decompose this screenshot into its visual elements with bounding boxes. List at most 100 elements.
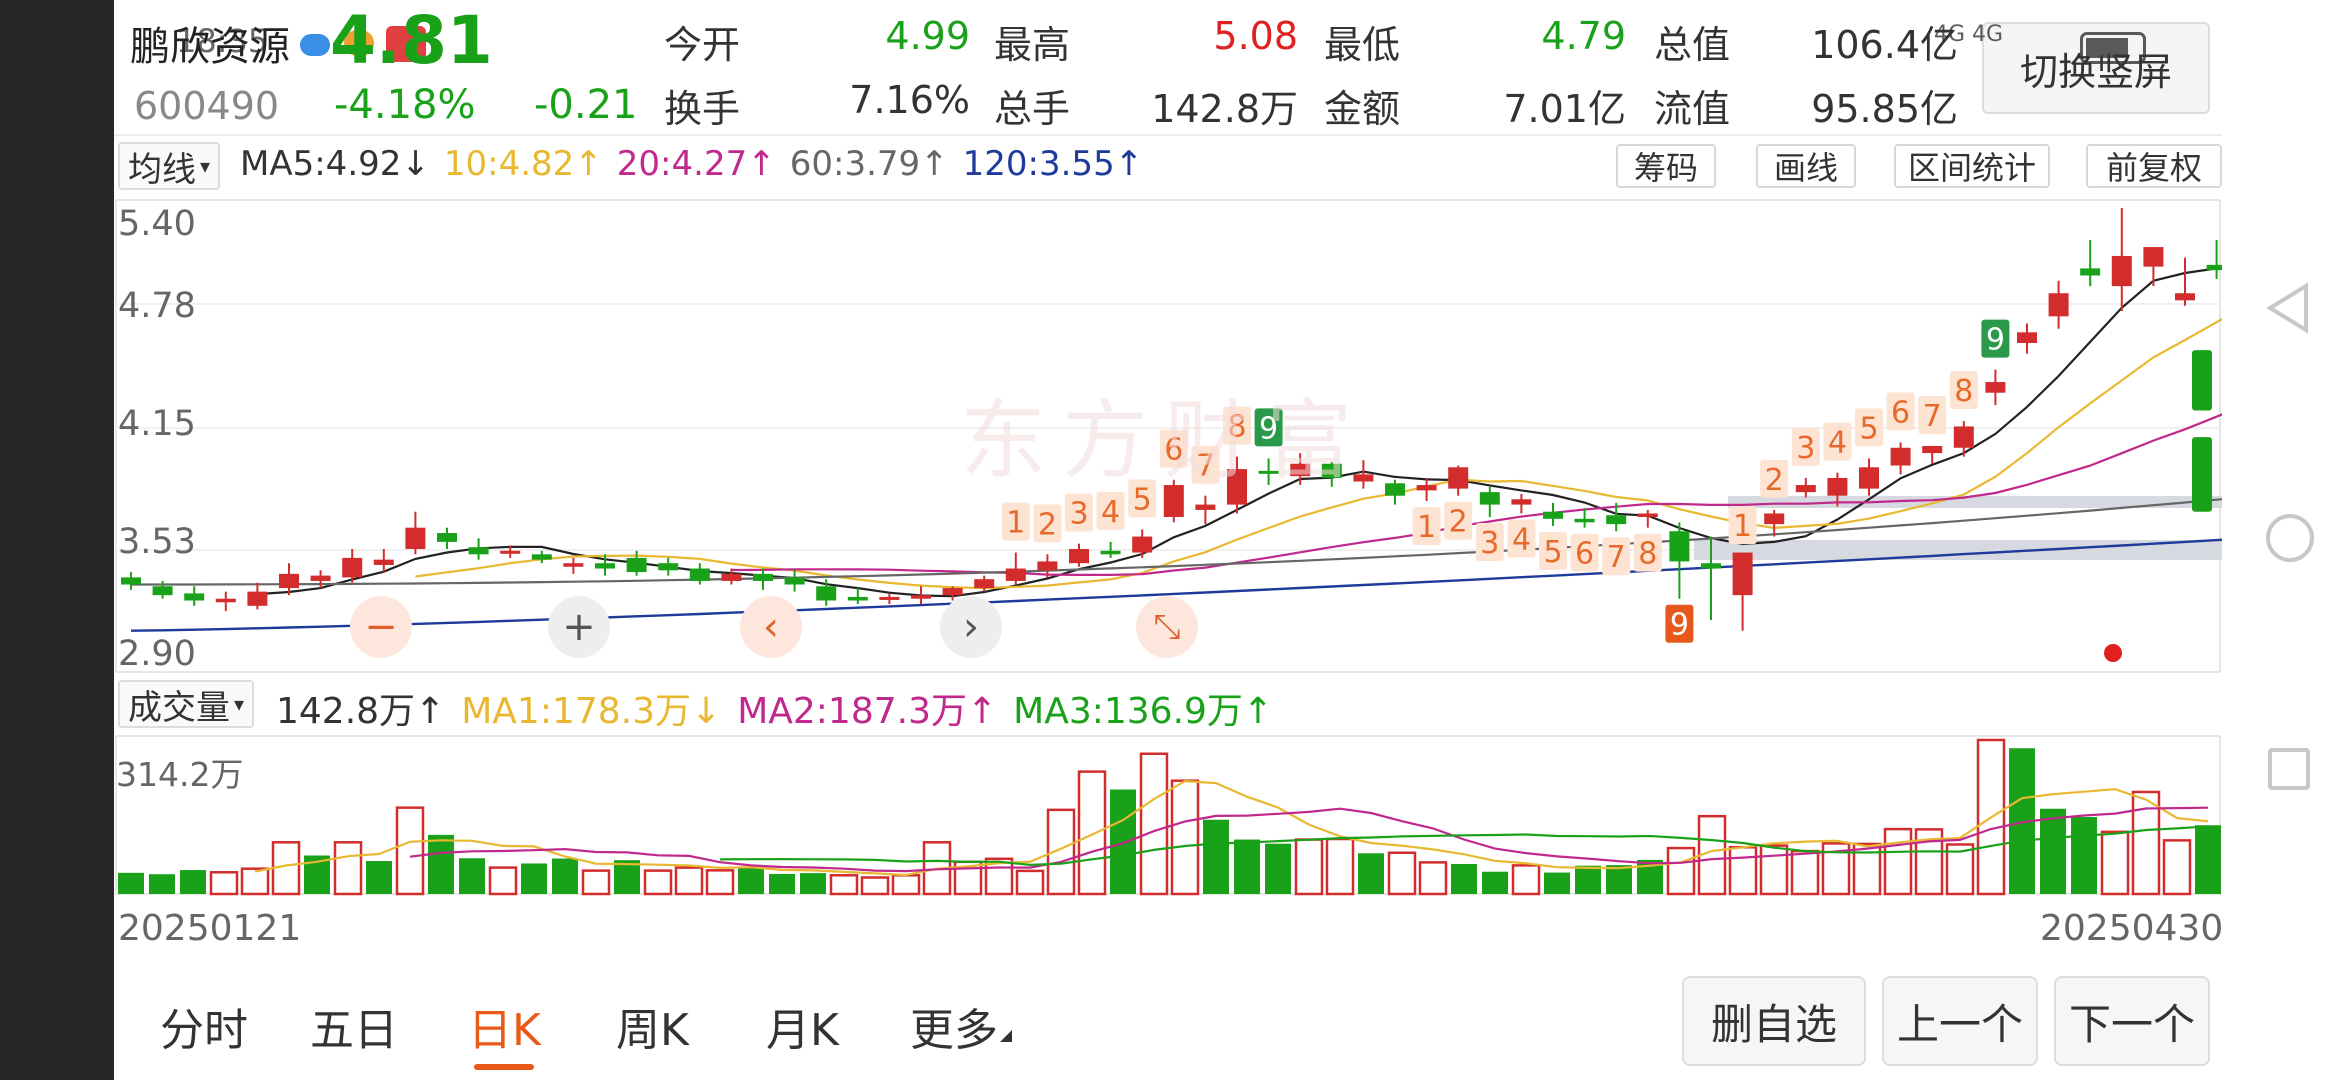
stat-label: 总手 xyxy=(994,87,1071,131)
td-sequence-tag: 7 xyxy=(1602,537,1631,576)
volume-bar xyxy=(1883,827,1913,896)
td-sequence-tag: 2 xyxy=(1444,501,1473,540)
volume-bar xyxy=(333,841,363,896)
volume-bar xyxy=(769,873,795,894)
td-sequence-tag: 2 xyxy=(1033,504,1062,543)
zoom-in-icon[interactable]: + xyxy=(548,596,610,658)
svg-text:7: 7 xyxy=(1923,399,1942,434)
scroll-right-icon[interactable]: › xyxy=(940,596,1002,658)
ma-value: 120:3.55↑ xyxy=(962,144,1144,184)
volume-bar xyxy=(2100,830,2130,896)
volume-bar xyxy=(552,858,578,894)
volume-bar xyxy=(2162,839,2192,896)
volume-bar xyxy=(1790,849,1820,896)
svg-text:8: 8 xyxy=(1638,537,1657,572)
tab-weekly-k[interactable]: 周K xyxy=(616,994,689,1058)
next-stock-button[interactable]: 下一个 xyxy=(2054,976,2210,1066)
td-sequence-tag: 9 xyxy=(1665,604,1694,643)
ma-dropdown[interactable]: 均线 ▾ xyxy=(118,142,221,190)
stock-detail-screen: 18:35 鹏欣资源 4.81 600490 -4.18% -0.21 今开 4.… xyxy=(0,0,2340,1080)
draw-line-button[interactable]: 画线 xyxy=(1756,144,1856,188)
candle xyxy=(974,575,995,592)
volume-bar xyxy=(240,867,270,896)
candle xyxy=(2111,208,2132,312)
svg-text:3: 3 xyxy=(1069,497,1088,532)
volume-bar xyxy=(1358,853,1384,894)
tab-intraday[interactable]: 分时 xyxy=(160,994,248,1058)
range-stats-button[interactable]: 区间统计 xyxy=(1894,144,2050,188)
zoom-out-icon[interactable]: − xyxy=(350,596,412,658)
tab-five-day[interactable]: 五日 xyxy=(310,994,398,1058)
back-icon[interactable] xyxy=(2266,282,2310,334)
svg-text:9: 9 xyxy=(1986,323,2005,358)
volume-bar xyxy=(395,806,425,896)
stat-label: 金额 xyxy=(1324,87,1401,131)
stat-value: 95.85亿 xyxy=(1811,87,1958,131)
candle xyxy=(2017,323,2037,354)
candle xyxy=(1732,552,1753,631)
td-sequence-tag: 8 xyxy=(1633,533,1662,572)
candle xyxy=(2175,257,2195,306)
candle xyxy=(531,550,552,564)
volume-bar xyxy=(800,873,826,894)
end-date: 20250430 xyxy=(2040,908,2224,949)
td-sequence-tag: 4 xyxy=(1823,422,1852,461)
svg-text:3: 3 xyxy=(1480,526,1499,561)
volume-bar xyxy=(891,874,921,896)
candle xyxy=(1385,479,1405,505)
svg-text:8: 8 xyxy=(1954,374,1973,409)
stat-label: 换手 xyxy=(664,87,741,131)
forward-adjust-button[interactable]: 前复权 xyxy=(2086,144,2222,188)
left-edge-bar xyxy=(0,0,114,1080)
candle xyxy=(753,568,773,590)
stock-code: 600490 xyxy=(134,84,280,128)
candle xyxy=(1416,477,1437,502)
collapse-icon[interactable]: ⤡ xyxy=(1136,596,1198,658)
svg-text:9: 9 xyxy=(1670,608,1689,643)
volume-bar xyxy=(1418,861,1448,896)
home-icon[interactable] xyxy=(2266,514,2314,562)
volume-bar xyxy=(1728,846,1758,896)
svg-text:6: 6 xyxy=(1891,395,1910,430)
candle xyxy=(626,550,647,576)
volume-dropdown[interactable]: 成交量 ▾ xyxy=(118,680,255,728)
candle xyxy=(1985,369,2006,406)
candle xyxy=(1005,552,1026,585)
price-axis-label: 5.40 xyxy=(118,204,196,244)
td-sequence-tag: 2 xyxy=(1760,459,1789,498)
candle xyxy=(1669,522,1690,599)
candle xyxy=(879,593,900,605)
recents-icon[interactable] xyxy=(2268,748,2310,790)
price-axis-label: 3.53 xyxy=(118,522,196,562)
volume-bar xyxy=(1544,872,1570,894)
scroll-left-icon[interactable]: ‹ xyxy=(740,596,802,658)
divider xyxy=(114,134,2222,136)
stat-value: 142.8万 xyxy=(1151,87,1298,131)
change-amount: -0.21 xyxy=(534,82,638,128)
volume-bar xyxy=(1666,846,1696,896)
stat-label: 最低 xyxy=(1324,23,1401,67)
td-sequence-tag: 9 xyxy=(1981,319,2010,358)
volume-bar xyxy=(366,861,392,894)
td-sequence-tag: 8 xyxy=(1949,371,1978,410)
volume-chart[interactable] xyxy=(114,734,2222,896)
candle xyxy=(437,527,457,549)
candle xyxy=(121,572,141,590)
tab-daily-k[interactable]: 日K xyxy=(468,994,541,1058)
td-sequence-tag: 5 xyxy=(1855,408,1883,447)
volume-bar xyxy=(2195,825,2221,894)
chips-button[interactable]: 筹码 xyxy=(1616,144,1716,188)
dropdown-arrow-icon: ▾ xyxy=(200,154,211,178)
tab-more[interactable]: 更多 xyxy=(910,994,998,1058)
volume-bar xyxy=(1234,839,1260,894)
volume-bar xyxy=(521,863,547,894)
tab-monthly-k[interactable]: 月K xyxy=(766,994,839,1058)
volume-bar xyxy=(488,866,518,896)
weather-icon xyxy=(300,34,330,56)
previous-stock-button[interactable]: 上一个 xyxy=(1882,976,2038,1066)
battery-icon xyxy=(2080,32,2146,64)
current-price: 4.81 xyxy=(330,2,493,79)
td-sequence-tag: 3 xyxy=(1065,493,1093,532)
candle xyxy=(1764,509,1785,537)
remove-watchlist-button[interactable]: 删自选 xyxy=(1682,976,1866,1066)
